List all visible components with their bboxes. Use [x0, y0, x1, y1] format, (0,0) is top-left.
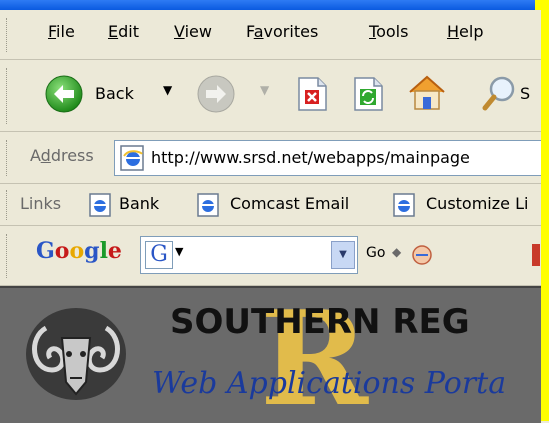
toolbar-separator-icon: ◆	[392, 245, 402, 259]
menu-view[interactable]: View	[174, 22, 212, 41]
forward-arrow-icon	[197, 75, 235, 113]
search-button[interactable]	[482, 74, 518, 116]
google-toolbar: Google G ▼ ▼ Go ◆	[0, 226, 541, 286]
address-input[interactable]: http://www.srsd.net/webapps/mainpage	[114, 140, 546, 176]
link-comcast-email[interactable]: Comcast Email	[230, 194, 349, 213]
back-arrow-icon	[45, 75, 83, 113]
ie-page-icon	[120, 145, 144, 171]
toolbar-overflow-icon[interactable]	[532, 244, 540, 266]
menu-help[interactable]: Help	[447, 22, 483, 41]
menu-bar-grip[interactable]	[6, 18, 10, 52]
refresh-button[interactable]	[352, 76, 384, 116]
stop-icon	[298, 77, 327, 111]
address-bar-grip[interactable]	[6, 140, 10, 176]
window-titlebar	[0, 0, 549, 10]
ram-logo-icon	[26, 308, 126, 400]
links-bar: Links Bank Comcast Email Customize Li	[0, 184, 541, 226]
comcast-link-icon	[197, 193, 219, 217]
home-button[interactable]	[406, 72, 448, 118]
toolbar-grip[interactable]	[6, 68, 10, 124]
google-search-input[interactable]: G ▼ ▼	[140, 236, 358, 274]
link-bank[interactable]: Bank	[119, 194, 159, 213]
school-name-heading: SOUTHERN REG	[170, 302, 470, 342]
menu-favorites[interactable]: Favorites	[246, 22, 318, 41]
home-icon	[409, 75, 445, 110]
google-dropdown-button[interactable]: ▼	[331, 241, 355, 269]
google-logo[interactable]: Google	[36, 238, 122, 264]
back-button[interactable]	[44, 74, 84, 118]
google-g-icon: G	[145, 241, 173, 269]
menu-bar: File Edit View Favorites Tools Help	[0, 10, 541, 60]
address-label: Address	[30, 146, 94, 165]
address-bar: Address http://www.srsd.net/webapps/main…	[0, 132, 546, 184]
menu-tools[interactable]: Tools	[369, 22, 408, 41]
portal-subtitle: Web Applications Porta	[152, 366, 507, 401]
news-icon[interactable]	[410, 243, 436, 267]
links-bar-grip[interactable]	[6, 190, 10, 220]
google-toolbar-grip[interactable]	[6, 234, 10, 278]
menu-file[interactable]: File	[48, 22, 75, 41]
forward-dropdown-icon[interactable]: ▼	[260, 83, 269, 97]
search-magnifier-icon	[482, 76, 515, 111]
google-go-button[interactable]: Go	[366, 245, 385, 261]
standard-toolbar: Back ▼ ▼ S	[0, 60, 541, 132]
search-label[interactable]: S	[520, 84, 530, 103]
refresh-icon	[354, 77, 383, 111]
edge-strip	[541, 0, 549, 421]
customize-link-icon	[393, 193, 415, 217]
address-url: http://www.srsd.net/webapps/mainpage	[151, 148, 470, 167]
menu-edit[interactable]: Edit	[108, 22, 139, 41]
back-label[interactable]: Back	[95, 84, 134, 103]
page-content: R A SOUTHERN REG Web Applications Porta	[0, 286, 541, 423]
back-dropdown-icon[interactable]: ▼	[163, 83, 172, 97]
link-customize[interactable]: Customize Li	[426, 194, 528, 213]
forward-button[interactable]	[196, 74, 236, 118]
google-g-dropdown-icon[interactable]: ▼	[175, 245, 183, 258]
links-label: Links	[20, 194, 62, 213]
bank-link-icon	[89, 193, 111, 217]
stop-button[interactable]	[296, 76, 328, 116]
